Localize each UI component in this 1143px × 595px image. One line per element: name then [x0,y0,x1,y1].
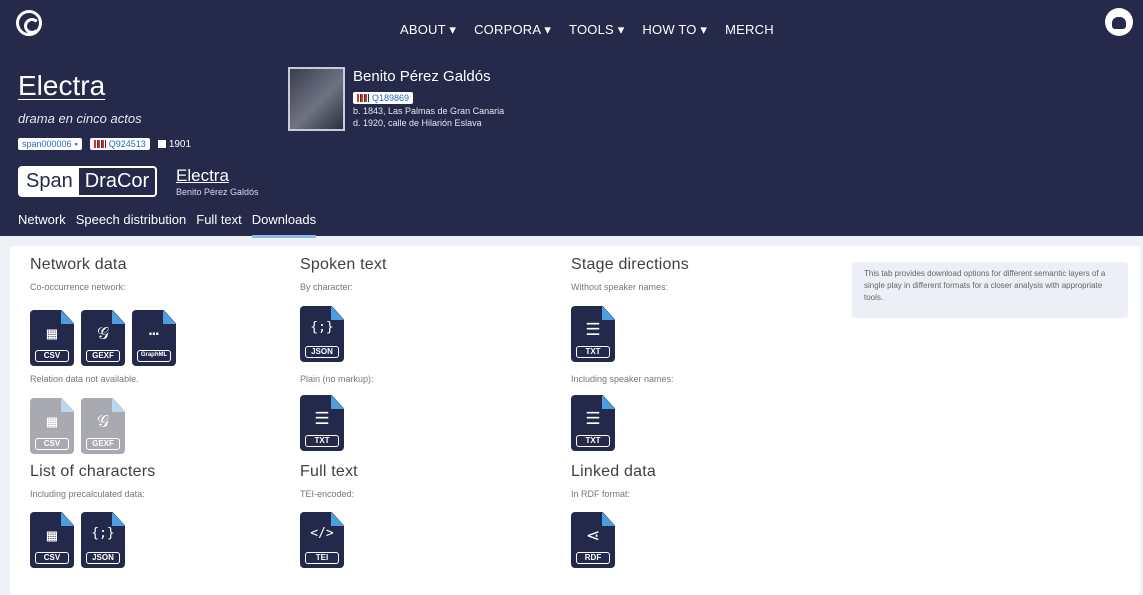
stage-directions-title: Stage directions [571,256,689,273]
nav-corpora[interactable]: CORPORA ▾ [474,22,551,38]
play-title[interactable]: Electra [18,70,105,102]
network-gexf-download[interactable]: 𝒢 GEXF [81,310,125,366]
relation-label: Relation data not available. [30,374,139,384]
characters-title: List of characters [30,463,156,480]
stage-speakers-txt-download[interactable]: ☰ TXT [571,395,615,451]
play-id-badge[interactable]: span000006 ▪ [18,138,82,150]
full-text-title: Full text [300,463,358,480]
nav-merch[interactable]: MERCH [725,22,774,38]
tab-speech-distribution[interactable]: Speech distribution [76,212,187,238]
characters-csv-download[interactable]: ▦ CSV [30,512,74,568]
corpus-play: Electra Benito Pérez Galdós [176,166,259,197]
corpus-play-author: Benito Pérez Galdós [176,187,259,197]
author-wikidata-badge[interactable]: Q189869 [353,89,414,107]
nav-about[interactable]: ABOUT ▾ [400,22,456,38]
gexf-icon: 𝒢 [96,412,110,432]
corpus-play-title[interactable]: Electra [176,166,259,186]
relation-gexf-disabled: 𝒢 GEXF [81,398,125,454]
rdf-download[interactable]: ⋖ RDF [571,512,615,568]
network-graphml-download[interactable]: ⋯ GraphML [132,310,176,366]
stage-txt-download[interactable]: ☰ TXT [571,306,615,362]
play-year: 1901 [157,139,191,150]
author-name: Benito Pérez Galdós [353,68,491,85]
top-nav: ABOUT ▾ CORPORA ▾ TOOLS ▾ HOW TO ▾ MERCH [400,22,774,38]
code-icon: </> [310,526,334,541]
tei-download[interactable]: </> TEI [300,512,344,568]
json-icon: {;} [91,526,115,541]
table-icon: ▦ [46,324,58,344]
text-file-icon: ☰ [585,320,601,340]
spoken-label: By character: [300,282,354,292]
play-wikidata-badge[interactable]: Q924513 [89,138,150,150]
author-died: d. 1920, calle de Hilarión Eslava [353,118,482,128]
info-box: This tab provides download options for d… [852,262,1128,318]
network-label: Co-occurrence network: [30,282,126,292]
play-subtitle: drama en cinco actos [18,111,142,126]
tab-network[interactable]: Network [18,212,66,238]
wikidata-icon [357,94,369,102]
text-file-icon: ☰ [585,409,601,429]
table-icon: ▦ [46,526,58,546]
tab-downloads[interactable]: Downloads [251,212,317,238]
table-icon: ▦ [46,412,58,432]
linked-data-title: Linked data [571,463,656,480]
text-file-icon: ☰ [314,409,330,429]
network-csv-download[interactable]: ▦ CSV [30,310,74,366]
graph-icon: ⋯ [148,324,160,344]
spoken-txt-download[interactable]: ☰ TXT [300,395,344,451]
nav-tools[interactable]: TOOLS ▾ [569,22,624,38]
plain-label: Plain (no markup): [300,374,374,384]
spoken-text-title: Spoken text [300,256,387,273]
share-icon: ⋖ [585,526,601,546]
github-icon[interactable] [1105,8,1133,36]
gexf-icon: 𝒢 [96,324,110,344]
calendar-icon [157,140,166,148]
relation-csv-disabled: ▦ CSV [30,398,74,454]
wikidata-icon [93,140,106,148]
author-born: b. 1843, Las Palmas de Gran Canaria [353,106,505,116]
stage-label: Without speaker names: [571,282,669,292]
tab-full-text[interactable]: Full text [196,212,242,238]
speaker-label: Including speaker names: [571,374,674,384]
rdf-label: In RDF format: [571,489,631,499]
dracor-logo-icon[interactable] [16,10,42,36]
characters-json-download[interactable]: {;} JSON [81,512,125,568]
spoken-json-download[interactable]: {;} JSON [300,306,344,362]
network-data-title: Network data [30,256,127,273]
author-portrait [288,67,345,131]
characters-label: Including precalculated data: [30,489,145,499]
play-ids: span000006 ▪ Q924513 1901 [18,138,191,150]
nav-howto[interactable]: HOW TO ▾ [642,22,707,38]
tabs: Network Speech distribution Full text Do… [18,212,317,238]
header: ABOUT ▾ CORPORA ▾ TOOLS ▾ HOW TO ▾ MERCH… [0,0,1143,238]
corpus-logo[interactable]: Span DraCor [18,166,158,197]
tei-label: TEI-encoded: [300,489,355,499]
json-icon: {;} [310,320,334,335]
